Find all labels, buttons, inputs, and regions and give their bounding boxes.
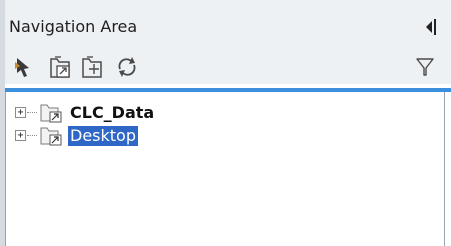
tree-item-label: CLC_Data: [70, 103, 155, 122]
tree-connector: [27, 135, 37, 137]
expand-toggle[interactable]: +: [15, 130, 26, 141]
tree-item-label: Desktop: [68, 126, 138, 146]
filter-button[interactable]: [411, 51, 439, 83]
tree-row-clc-data[interactable]: + CLC_Data: [6, 102, 426, 124]
shared-folder-icon: [40, 127, 62, 146]
navigation-area-panel: Navigation Area + CLC_Data + Desktop: [5, 0, 451, 246]
add-location-link-button[interactable]: [45, 51, 77, 83]
panel-title: Navigation Area: [9, 17, 138, 36]
refresh-icon: [118, 57, 136, 77]
expand-toggle[interactable]: +: [15, 107, 26, 118]
refresh-button[interactable]: [111, 51, 143, 83]
select-tool-button[interactable]: [7, 51, 39, 83]
folder-link-icon: [50, 56, 70, 78]
filter-icon: [416, 58, 434, 76]
panel-header: Navigation Area: [5, 0, 451, 84]
shared-folder-icon: [40, 104, 62, 123]
tree-row-desktop[interactable]: + Desktop: [6, 125, 426, 147]
folder-add-icon: [82, 56, 102, 78]
add-folder-button[interactable]: [77, 51, 109, 83]
navigation-tree: + CLC_Data + Desktop: [5, 92, 445, 246]
collapse-panel-button[interactable]: [421, 16, 439, 38]
collapse-panel-icon: [426, 19, 436, 35]
tree-connector: [27, 112, 37, 114]
pointer-arrow-icon: [15, 58, 29, 77]
